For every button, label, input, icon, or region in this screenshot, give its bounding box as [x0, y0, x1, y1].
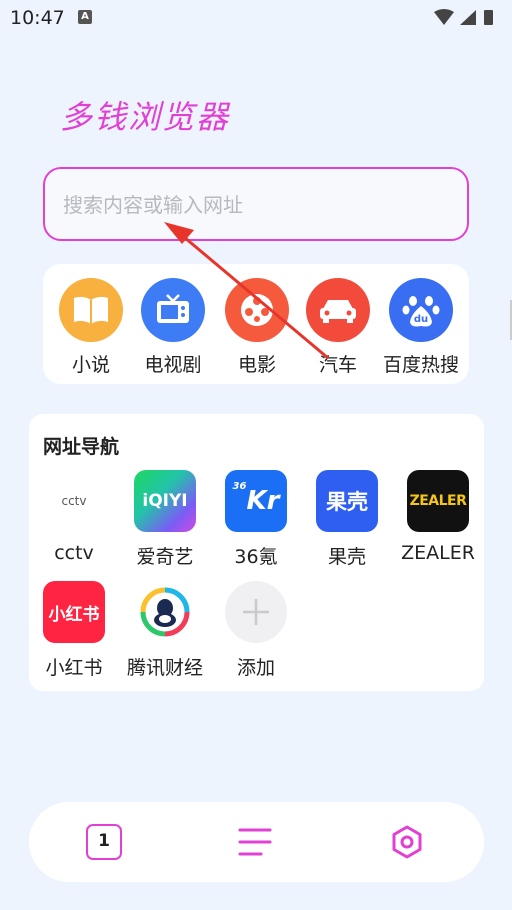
- nav-item-label: 爱奇艺: [136, 546, 194, 568]
- quick-link-baidu[interactable]: du 百度热搜: [379, 278, 463, 377]
- quick-link-movie[interactable]: 电影: [215, 278, 299, 377]
- nav-item-guokr[interactable]: 果壳 果壳: [297, 470, 397, 569]
- bottom-toolbar: 1: [29, 802, 484, 882]
- accessibility-icon: A: [78, 10, 92, 24]
- nav-item-xiaohongshu[interactable]: 小红书 小红书: [24, 581, 124, 680]
- tv-icon: [141, 278, 205, 342]
- book-icon: [59, 278, 123, 342]
- xiaohongshu-logo: 小红书: [43, 581, 105, 643]
- nav-item-cctv[interactable]: cctv cctv: [24, 470, 124, 564]
- tencent-finance-logo: [134, 581, 196, 643]
- iqiyi-logo: iQIYI: [134, 470, 196, 532]
- quick-link-tv[interactable]: 电视剧: [131, 278, 215, 377]
- settings-icon[interactable]: [389, 824, 425, 860]
- quick-link-novel[interactable]: 小说: [49, 278, 133, 377]
- signal-icon: [460, 10, 476, 25]
- nav-item-label: 果壳: [327, 546, 366, 568]
- quick-link-label: 电视剧: [144, 354, 202, 376]
- nav-item-label: ZEALER: [401, 542, 475, 564]
- cctv-logo: cctv: [43, 470, 105, 532]
- quick-link-car[interactable]: 汽车: [296, 278, 380, 377]
- menu-icon[interactable]: [237, 826, 273, 858]
- status-bar: 10:47 A: [0, 0, 512, 36]
- quick-link-label: 百度热搜: [382, 354, 459, 376]
- quick-links-card: 小说 电视剧 电影 汽车 du 百度热搜: [43, 264, 469, 384]
- zealer-logo: ZEALER: [407, 470, 469, 532]
- film-reel-icon: [225, 278, 289, 342]
- site-navigation-card: 网址导航 cctv cctv iQIYI 爱奇艺 36Kr 36氪 果壳 果壳 …: [29, 414, 484, 691]
- nav-item-tencent-finance[interactable]: 腾讯财经: [115, 581, 215, 680]
- nav-item-36kr[interactable]: 36Kr 36氪: [206, 470, 306, 569]
- nav-item-label: 腾讯财经: [126, 657, 203, 679]
- nav-item-label: 添加: [236, 657, 275, 679]
- svg-text:du: du: [414, 314, 428, 325]
- search-box[interactable]: [43, 167, 469, 241]
- battery-icon: [484, 10, 493, 25]
- status-icons: [434, 9, 493, 25]
- nav-item-zealer[interactable]: ZEALER ZEALER: [388, 470, 488, 564]
- status-time: 10:47: [10, 7, 65, 29]
- guokr-logo: 果壳: [316, 470, 378, 532]
- nav-item-label: 36氪: [234, 546, 278, 568]
- brand-title: 多钱浏览器: [60, 98, 231, 136]
- nav-item-label: 小红书: [45, 657, 103, 679]
- section-title: 网址导航: [43, 436, 120, 458]
- 36kr-logo: 36Kr: [225, 470, 287, 532]
- nav-item-add[interactable]: 添加: [206, 581, 306, 680]
- nav-item-label: cctv: [54, 542, 94, 564]
- wifi-icon: [434, 9, 454, 25]
- quick-link-label: 小说: [71, 354, 110, 376]
- quick-link-label: 电影: [237, 354, 276, 376]
- tab-count-button[interactable]: 1: [86, 824, 122, 860]
- plus-icon: [225, 581, 287, 643]
- baidu-paw-icon: du: [389, 278, 453, 342]
- nav-item-iqiyi[interactable]: iQIYI 爱奇艺: [115, 470, 215, 569]
- quick-link-label: 汽车: [318, 354, 357, 376]
- search-input[interactable]: [63, 189, 443, 221]
- car-icon: [306, 278, 370, 342]
